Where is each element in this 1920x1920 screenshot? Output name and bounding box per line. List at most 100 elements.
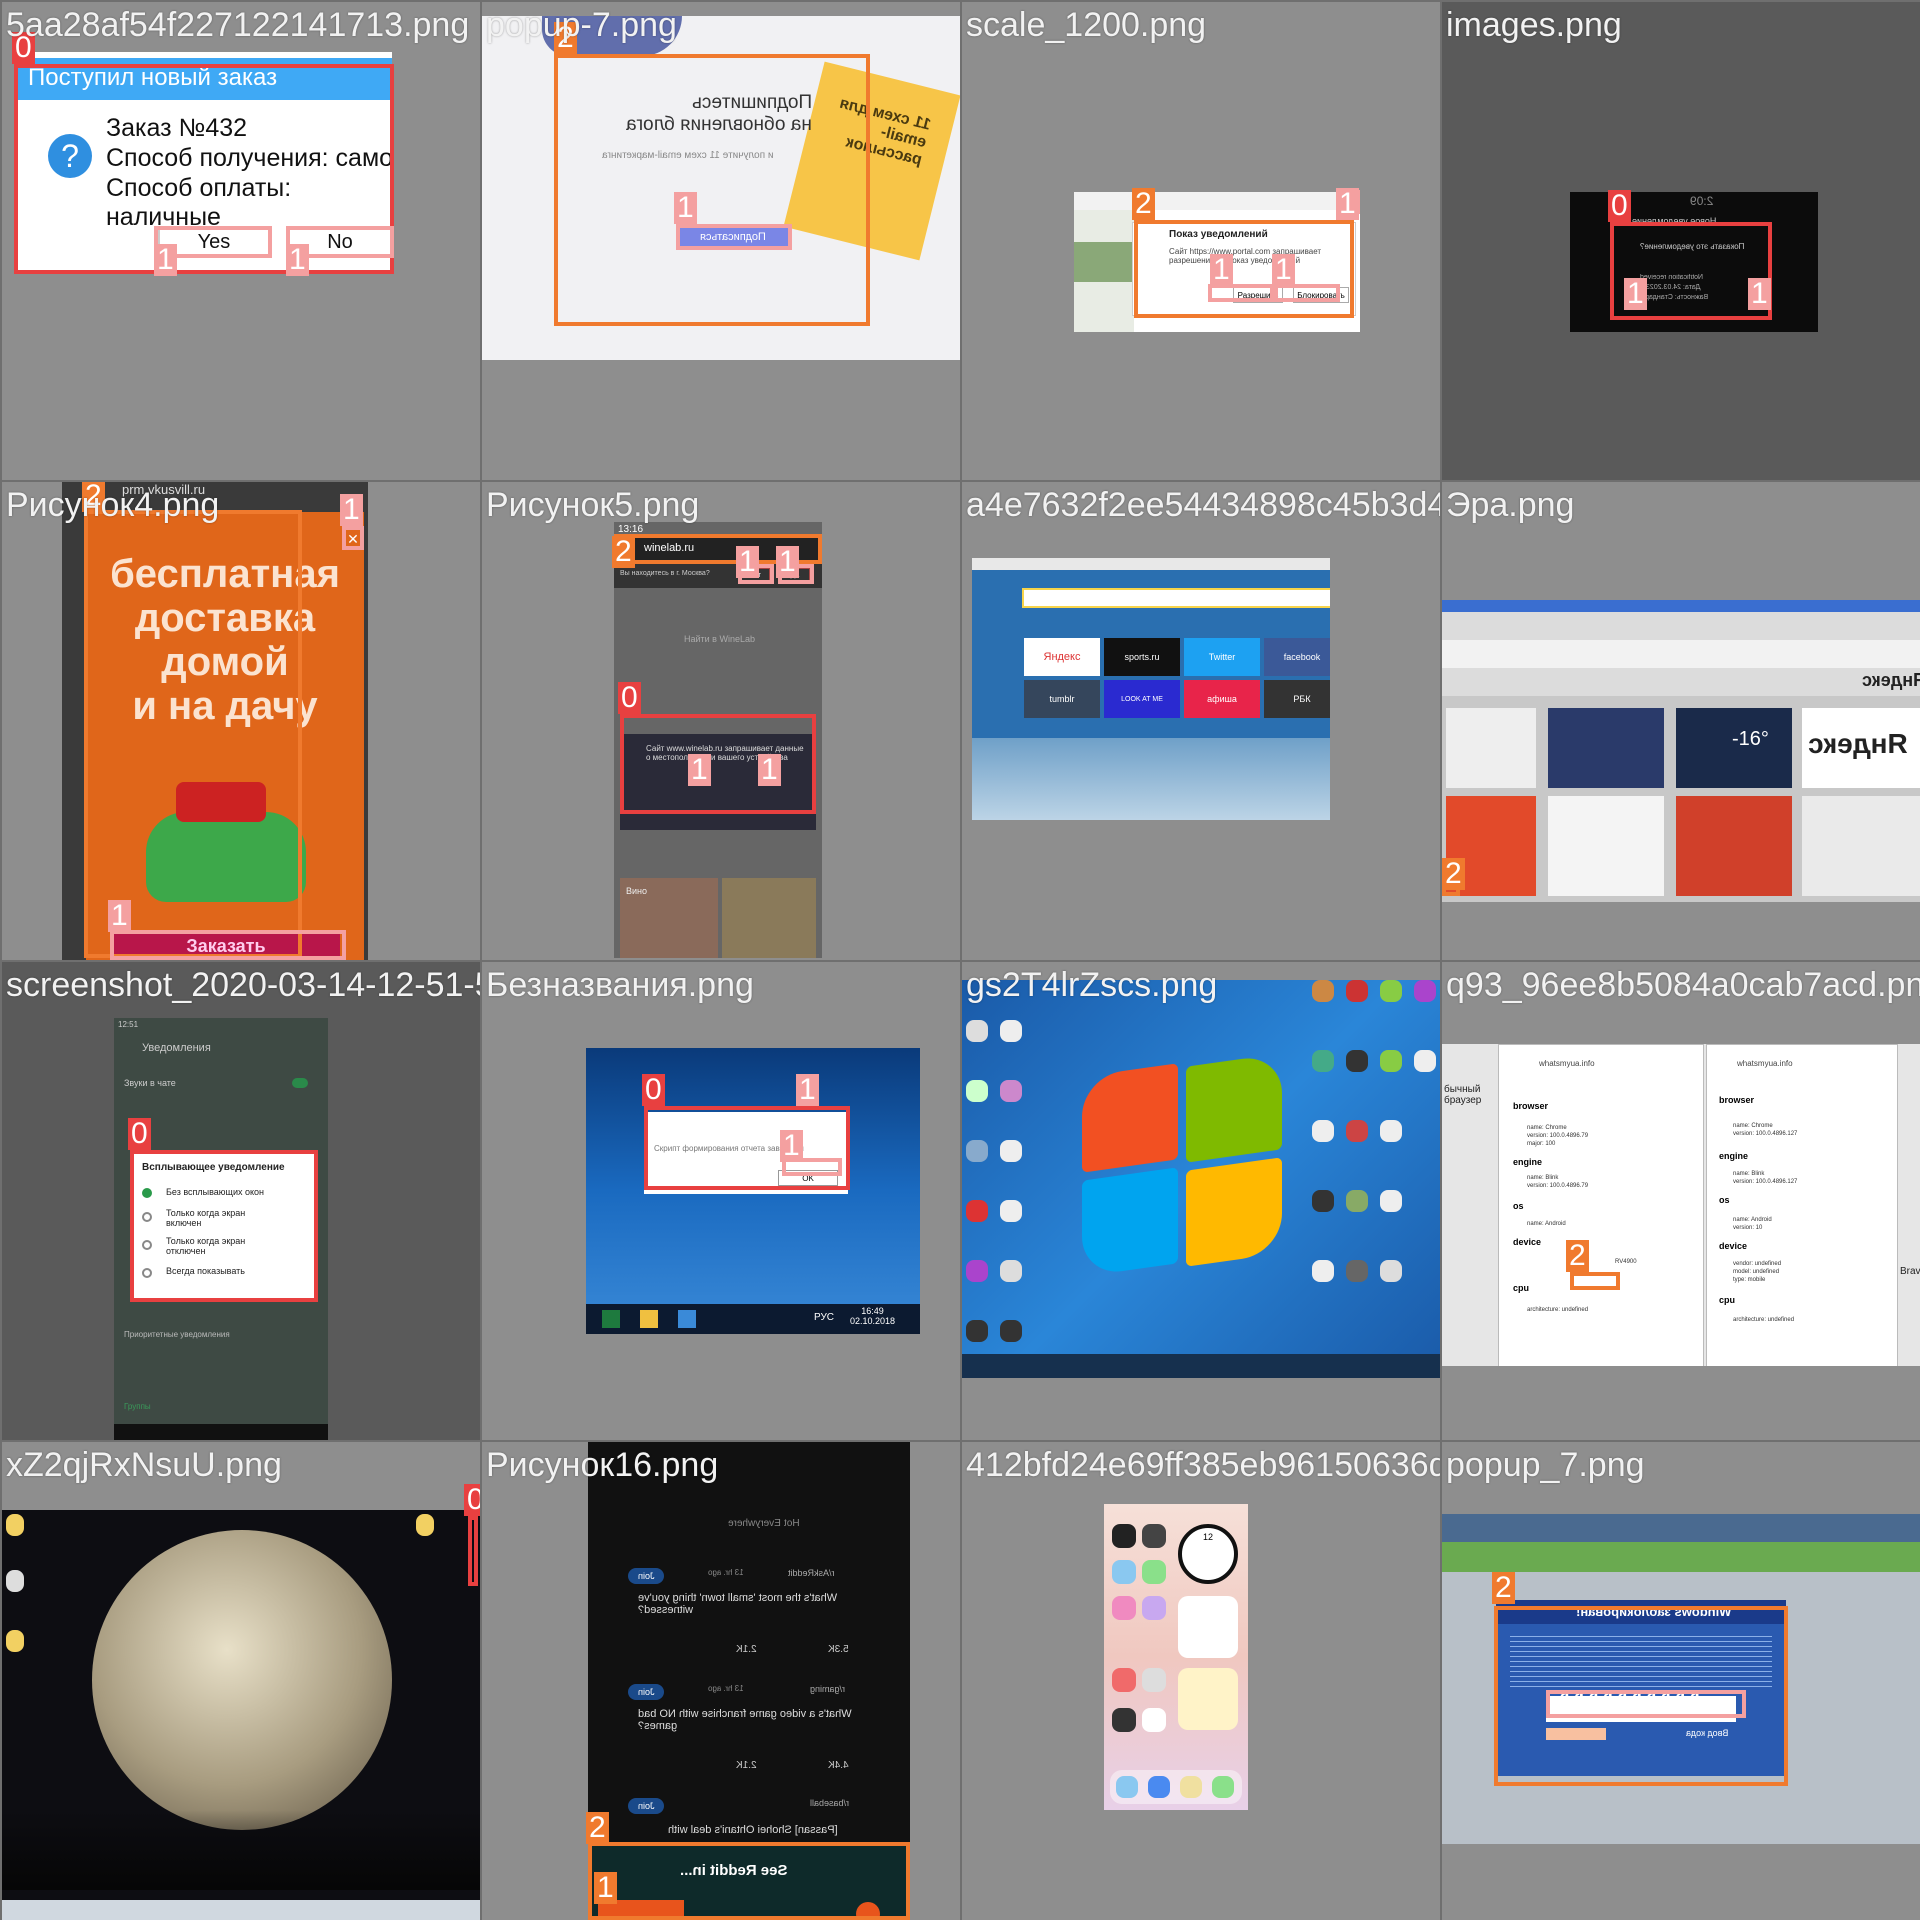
label-dialog: 0 [642, 1074, 665, 1106]
tile-twitter[interactable]: Twitter [1184, 638, 1260, 676]
box-dialog [644, 1106, 850, 1190]
label-allow: 1 [1210, 254, 1233, 286]
post2-subreddit: r/gaming [810, 1684, 846, 1694]
health-app-icon[interactable] [1112, 1668, 1136, 1692]
post2-title: What's a video game franchise with NO ba… [638, 1708, 852, 1732]
nav-bar [114, 1424, 328, 1440]
camera-icon[interactable] [1112, 1708, 1136, 1732]
box-code [1546, 1690, 1746, 1718]
thumb-1[interactable] [1446, 708, 1536, 788]
label-yes: 1 [776, 546, 799, 578]
tile-filename: Рисунок5.png [486, 486, 700, 524]
desktop-file-icon[interactable] [6, 1570, 24, 1592]
taskbar [962, 1354, 1440, 1378]
box-banner [84, 510, 302, 958]
join-button[interactable]: Join [628, 1568, 664, 1584]
tile-tumblr[interactable]: tumblr [1024, 680, 1100, 718]
desktop-folder-icon[interactable] [416, 1514, 434, 1536]
label-close: 1 [796, 1074, 819, 1106]
tile-rbc[interactable]: РБК [1264, 680, 1330, 718]
excel-icon[interactable] [602, 1310, 620, 1328]
tile-order-dialog: 5aa28af54f227122141713.png Поступил новы… [2, 2, 480, 480]
label-subscribe: 1 [674, 192, 697, 224]
box-side-widget [468, 1516, 478, 1586]
trees-silhouette [2, 1810, 480, 1890]
notes-widget[interactable] [1178, 1668, 1238, 1730]
box-order [110, 930, 346, 960]
mail-app-icon[interactable] [1112, 1560, 1136, 1584]
label-corner: 2 [1442, 858, 1465, 890]
thumb-7[interactable] [1676, 796, 1792, 896]
page-image [1074, 242, 1134, 282]
app-icon[interactable] [1142, 1596, 1166, 1620]
tile-sports[interactable]: sports.ru [1104, 638, 1180, 676]
tile-reddit: Everywhere Hot Join r/AskReddit 13 hr. a… [482, 1442, 960, 1920]
tab-bar [972, 558, 1330, 570]
tile-afisha[interactable]: афиша [1184, 680, 1260, 718]
thumb-8[interactable] [1802, 796, 1920, 896]
tile-facebook[interactable]: facebook [1264, 638, 1330, 676]
join-button[interactable]: Join [628, 1684, 664, 1700]
box-dialog [130, 1150, 318, 1302]
windows-logo [1082, 1053, 1282, 1277]
desktop-screen [2, 1510, 480, 1920]
desktop-screen: Скрипт формирования отчета завершен OK Р… [586, 1048, 920, 1334]
tile-filename: Безназвания.png [486, 966, 754, 1004]
thumb-6[interactable] [1548, 796, 1664, 896]
post2-votes: 4.4K [828, 1760, 849, 1771]
label-geo-btn-1: 1 [688, 754, 711, 786]
screen-header: Уведомления [142, 1042, 211, 1054]
sound-toggle[interactable] [292, 1078, 308, 1088]
tile-winelab: Рисунок5.png 13:16 winelab.ru Вы находит… [482, 482, 960, 960]
label-geo-btn-2: 1 [758, 754, 781, 786]
photos-app-icon[interactable] [1142, 1708, 1166, 1732]
tile-filename: xZ2qjRxNsuU.png [6, 1446, 282, 1484]
tile-yandex[interactable]: Яндекс [1024, 638, 1100, 676]
search-field[interactable]: Найти в WineLab [684, 634, 755, 644]
instagram-app-icon[interactable] [1112, 1596, 1136, 1620]
desktop-folder-icon[interactable] [6, 1630, 24, 1652]
phone-screen: 12 [1104, 1504, 1248, 1810]
mail-icon[interactable] [640, 1310, 658, 1328]
app-icon[interactable] [1142, 1668, 1166, 1692]
box-block [1274, 284, 1340, 302]
thumb-2[interactable] [1548, 708, 1664, 788]
desktop-folder-icon[interactable] [6, 1514, 24, 1536]
tile-filename: gs2T4lrZscs.png [966, 966, 1218, 1004]
camera-app-icon[interactable] [1112, 1524, 1136, 1548]
browser-screen: Яндекс sports.ru Twitter facebook tumblr… [972, 558, 1330, 820]
join-button[interactable]: Join [628, 1798, 664, 1814]
thumb-yandex[interactable]: Яндекс [1802, 708, 1920, 788]
label-geo: 0 [618, 682, 641, 714]
calendar-widget[interactable] [1178, 1596, 1238, 1658]
moon-wallpaper [92, 1530, 392, 1830]
mountain-backdrop [972, 738, 1330, 820]
tab-bar [1442, 600, 1920, 612]
label-banner: 2 [586, 1812, 609, 1844]
box-device-model [1570, 1272, 1620, 1290]
tile-filename: screenshot_2020-03-14-12-51-50-706_com.p… [6, 966, 480, 1004]
tile-filename: a4e7632f2ee54434898c45b3d4bea43a8.png [966, 486, 1440, 524]
lang-indicator[interactable]: РУС [814, 1312, 834, 1323]
clock-widget[interactable]: 12 [1178, 1524, 1238, 1584]
post1-time: 13 hr. ago [708, 1568, 744, 1577]
settings-app-icon[interactable] [1142, 1524, 1166, 1548]
tile-telegram-notify: screenshot_2020-03-14-12-51-50-706_com.p… [2, 962, 480, 1440]
yandex-logo-small: Яндекс [1862, 670, 1920, 690]
post1-subreddit: r/AskReddit [788, 1568, 835, 1578]
thumb-weather[interactable]: -16° [1676, 708, 1792, 788]
desktop-icons-right [1312, 980, 1438, 1350]
label-dialog: 0 [128, 1118, 151, 1150]
tile-notify-permission: scale_1200.png Показ уведомлений Сайт ht… [962, 2, 1440, 480]
search-input[interactable] [1022, 588, 1330, 608]
clock[interactable]: 16:49 02.10.2018 [850, 1306, 895, 1326]
site-header [1442, 1542, 1920, 1572]
app-icon[interactable] [678, 1310, 696, 1328]
label-yes: 1 [154, 244, 177, 276]
tile-windows-blocked: Windows заблокирован! Ввод кода popup_7.… [1442, 1442, 1920, 1920]
speeddial-grid: Яндекс sports.ru Twitter facebook tumblr… [1024, 638, 1330, 718]
tile-lookatme[interactable]: LOOK AT ME [1104, 680, 1180, 718]
messages-app-icon[interactable] [1142, 1560, 1166, 1584]
device-model: RV4900 [1615, 1259, 1637, 1265]
browser-screen: Яндекс -16° Яндекс [1442, 600, 1920, 902]
